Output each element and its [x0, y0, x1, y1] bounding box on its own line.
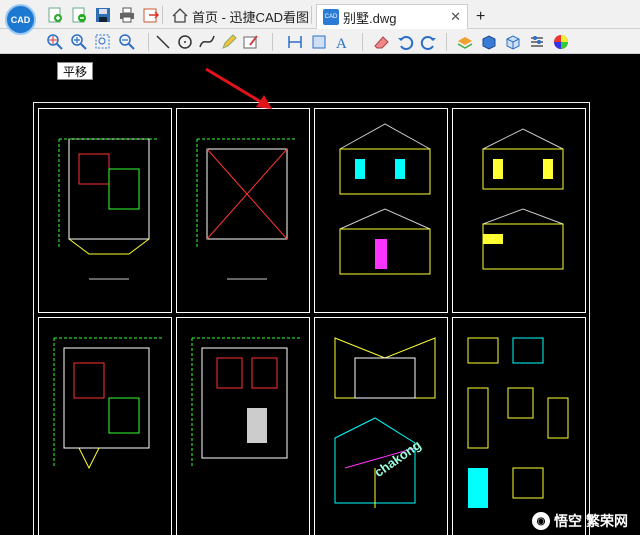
circle-tool-icon[interactable] — [176, 33, 194, 51]
app-logo-text: CAD — [10, 14, 31, 25]
print-icon[interactable] — [118, 6, 136, 24]
tab-document[interactable]: CAD 别墅.dwg ✕ — [316, 4, 468, 29]
export-icon[interactable] — [142, 6, 160, 24]
main-toolbar: A — [0, 29, 640, 81]
drawing-sheet — [38, 108, 172, 313]
drawing-sheet — [452, 317, 586, 535]
3d-view-icon[interactable] — [504, 33, 522, 51]
drawing-canvas[interactable]: chakong ◉ 悟空 繁荣网 — [0, 55, 640, 535]
drawing-sheet — [176, 317, 310, 535]
tooltip-text: 平移 — [62, 64, 87, 79]
separator — [311, 6, 312, 24]
text-tool-icon[interactable]: A — [334, 33, 352, 51]
drawing-sheet — [314, 108, 448, 313]
layers-icon[interactable] — [456, 33, 474, 51]
watermark-brand: 繁荣网 — [586, 513, 628, 529]
undo-icon[interactable] — [396, 33, 414, 51]
new-tab-label: + — [476, 7, 486, 25]
drawing-sheet-set — [33, 102, 590, 535]
drawing-sheet — [38, 317, 172, 535]
3d-box-icon[interactable] — [480, 33, 498, 51]
app-logo[interactable]: CAD — [5, 4, 36, 35]
new-tab-button[interactable]: + — [470, 4, 491, 29]
measure-icon[interactable] — [286, 33, 304, 51]
eraser-icon[interactable] — [372, 33, 390, 51]
drawing-sheet — [176, 108, 310, 313]
drawing-sheet — [314, 317, 448, 535]
settings-icon[interactable] — [528, 33, 546, 51]
svg-text:A: A — [336, 36, 347, 51]
tab-home[interactable]: 首页 - 迅捷CAD看图 — [166, 4, 315, 29]
spline-tool-icon[interactable] — [198, 33, 216, 51]
title-bar: CAD 首页 - 迅捷CAD看图 CAD 别墅.dwg ✕ + — [0, 0, 640, 35]
redo-icon[interactable] — [420, 33, 438, 51]
new-file-icon[interactable] — [46, 6, 64, 24]
markup-tool-icon[interactable] — [242, 33, 260, 51]
separator — [162, 6, 163, 24]
watermark: ◉ 悟空 繁荣网 — [532, 511, 628, 531]
zoom-in-icon[interactable] — [70, 33, 88, 51]
separator — [362, 33, 363, 51]
pan-icon[interactable] — [46, 33, 64, 51]
color-wheel-icon[interactable] — [552, 33, 570, 51]
area-icon[interactable] — [310, 33, 328, 51]
drawing-sheet — [452, 108, 586, 313]
watermark-text: 悟空 — [554, 513, 582, 529]
tab-document-label: 别墅.dwg — [343, 10, 397, 26]
pencil-tool-icon[interactable] — [220, 33, 238, 51]
separator — [272, 33, 273, 51]
watermark-logo-icon: ◉ — [532, 512, 550, 530]
tab-home-label: 首页 - 迅捷CAD看图 — [192, 10, 310, 25]
red-arrow-icon — [205, 67, 272, 109]
save-icon[interactable] — [94, 6, 112, 24]
tooltip: 平移 — [57, 62, 93, 80]
close-tab-icon[interactable]: ✕ — [450, 9, 461, 25]
dwg-file-icon: CAD — [323, 9, 339, 25]
open-file-icon[interactable] — [70, 6, 88, 24]
zoom-out-icon[interactable] — [118, 33, 136, 51]
line-tool-icon[interactable] — [154, 33, 172, 51]
separator — [148, 33, 149, 51]
separator — [446, 33, 447, 51]
home-icon — [172, 7, 188, 26]
zoom-window-icon[interactable] — [94, 33, 112, 51]
